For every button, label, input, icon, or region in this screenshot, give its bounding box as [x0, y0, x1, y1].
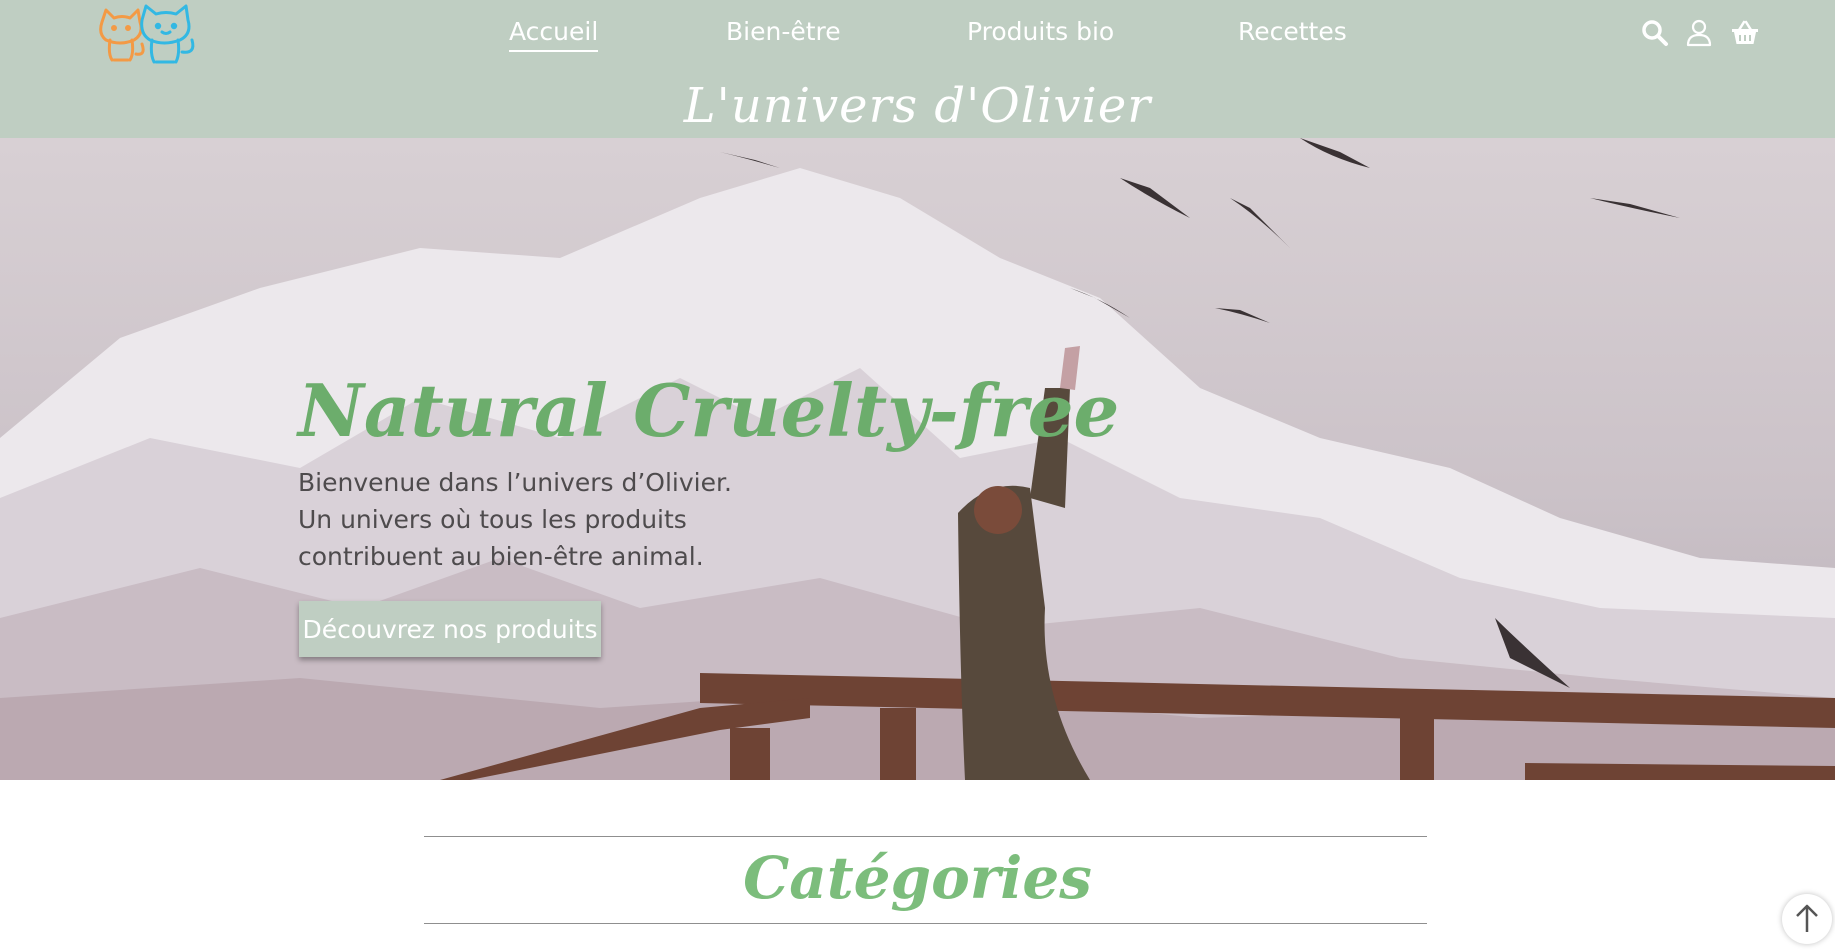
hero-background-image	[0, 138, 1835, 780]
categories-bottom-divider	[424, 923, 1427, 924]
nav-item-recettes[interactable]: Recettes	[1238, 14, 1347, 50]
site-header: Accueil Bien-être Produits bio Recettes …	[0, 0, 1835, 138]
discover-products-button[interactable]: Découvrez nos produits	[299, 601, 601, 657]
hero-description: Bienvenue dans l’univers d’Olivier. Un u…	[298, 464, 858, 575]
site-title: L'univers d'Olivier	[683, 78, 1152, 134]
hero-heading: Natural Cruelty-free	[298, 368, 1120, 453]
basket-icon[interactable]	[1730, 18, 1760, 48]
hero-description-line: Bienvenue dans l’univers d’Olivier.	[298, 468, 732, 497]
categories-title: Catégories	[743, 844, 1092, 912]
categories-top-divider	[424, 836, 1427, 837]
main-nav: Accueil Bien-être Produits bio Recettes	[0, 14, 1835, 54]
hero-description-line: contribuent au bien-être animal.	[298, 542, 704, 571]
nav-item-bien-etre[interactable]: Bien-être	[726, 14, 841, 50]
arrow-up-icon	[1796, 904, 1818, 932]
search-icon[interactable]	[1640, 18, 1670, 48]
hero-banner: Natural Cruelty-free Bienvenue dans l’un…	[0, 138, 1835, 780]
scroll-to-top-button[interactable]	[1782, 894, 1832, 944]
nav-item-accueil[interactable]: Accueil	[509, 14, 599, 52]
hero-description-line: Un univers où tous les produits	[298, 505, 687, 534]
user-icon[interactable]	[1684, 18, 1714, 48]
nav-item-produits-bio[interactable]: Produits bio	[967, 14, 1114, 50]
